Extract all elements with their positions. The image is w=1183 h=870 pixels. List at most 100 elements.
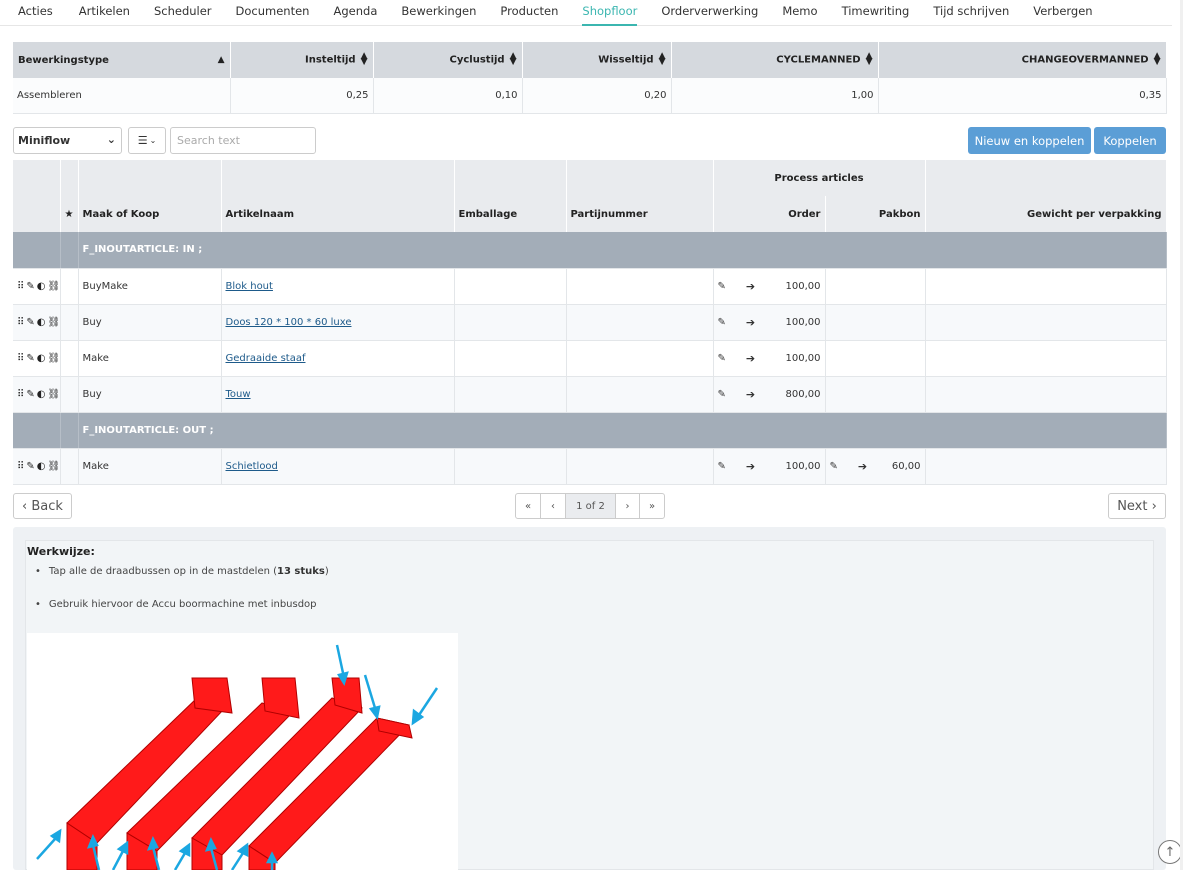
table-row[interactable]: ⠿ ✎ ◐ ⛓ Buy Touw ✎ ➔ 800,00	[13, 376, 1167, 413]
tab-producten[interactable]: Producten	[500, 0, 558, 26]
edit-icon[interactable]: ✎	[718, 353, 726, 364]
sort-icon: ▲ ▼	[865, 51, 873, 67]
edit-icon[interactable]: ✎	[718, 317, 726, 328]
table-row[interactable]: Assembleren 0,25 0,10 0,20 1,00 0,35	[13, 78, 1167, 114]
cell-bewerkingstype: Assembleren	[13, 78, 231, 114]
tab-scheduler[interactable]: Scheduler	[154, 0, 212, 26]
arrow-right-icon[interactable]: ➔	[858, 460, 867, 473]
tab-verbergen[interactable]: Verbergen	[1033, 0, 1092, 26]
col-artikelnaam[interactable]: Artikelnaam	[221, 196, 455, 232]
new-and-link-button[interactable]: Nieuw en koppelen	[968, 127, 1091, 154]
arrow-right-icon[interactable]: ➔	[746, 460, 755, 473]
col-changeovermanned[interactable]: CHANGEOVERMANNED ▲ ▼	[878, 42, 1167, 78]
scroll-to-top-button[interactable]: ↑	[1158, 840, 1182, 864]
sort-icon: ▲ ▼	[509, 51, 517, 67]
col-pakbon[interactable]: Pakbon	[825, 196, 926, 232]
tab-timewriting[interactable]: Timewriting	[842, 0, 910, 26]
link-button[interactable]: Koppelen	[1094, 127, 1166, 154]
edit-icon[interactable]: ✎	[718, 389, 726, 400]
tab-bewerkingen[interactable]: Bewerkingen	[401, 0, 476, 26]
chevron-down-icon: ⌄	[106, 133, 116, 146]
tab-acties[interactable]: Acties	[18, 0, 53, 26]
assembly-drawing	[27, 633, 458, 870]
tab-orderverwerking[interactable]: Orderverwerking	[661, 0, 758, 26]
last-page-button[interactable]: »	[640, 494, 664, 518]
first-page-button[interactable]: «	[516, 494, 541, 518]
article-link[interactable]: Schietlood	[226, 461, 278, 472]
cell-changeovermanned: 0,35	[878, 78, 1167, 114]
col-bewerkingstype[interactable]: Bewerkingstype ▲	[13, 42, 231, 78]
star-icon[interactable]: ★	[60, 196, 79, 232]
col-wisseltijd[interactable]: Wisseltijd ▲ ▼	[522, 42, 672, 78]
columns-view-button[interactable]: ☰ ⌄	[128, 127, 166, 154]
next-page-button[interactable]: ›	[616, 494, 640, 518]
unlink-icon[interactable]: ⛓	[47, 281, 60, 292]
arrow-right-icon[interactable]: ➔	[746, 388, 755, 401]
pakbon-value: 60,00	[891, 460, 921, 472]
cell-type: Make	[78, 448, 222, 485]
edit-icon[interactable]: ✎	[26, 389, 34, 400]
arrow-right-icon[interactable]: ➔	[746, 352, 755, 365]
drag-handle-icon[interactable]: ⠿	[17, 281, 24, 292]
article-link[interactable]: Blok hout	[226, 281, 273, 292]
arrow-right-icon[interactable]: ➔	[746, 316, 755, 329]
unlink-icon[interactable]: ⛓	[47, 353, 60, 364]
drag-handle-icon[interactable]: ⠿	[17, 389, 24, 400]
next-button[interactable]: Next ›	[1108, 493, 1166, 519]
drag-handle-icon[interactable]: ⠿	[17, 317, 24, 328]
table-row[interactable]: ⠿ ✎ ◐ ⛓ Buy Doos 120 * 100 * 60 luxe ✎ ➔ 100,…	[13, 304, 1167, 341]
unlink-icon[interactable]: ⛓	[47, 461, 60, 472]
table-row[interactable]: ⠿ ✎ ◐ ⛓ Make Schietlood ✎ ➔ 100,00 ✎ ➔ 60,00	[13, 448, 1167, 485]
tab-tijd-schrijven[interactable]: Tijd schrijven	[933, 0, 1009, 26]
cell-insteltijd: 0,25	[230, 78, 374, 114]
unlink-icon[interactable]: ⛓	[47, 389, 60, 400]
edit-icon[interactable]: ✎	[26, 317, 34, 328]
toggle-icon[interactable]: ◐	[37, 389, 46, 400]
bewerking-table: Bewerkingstype ▲ Insteltijd ▲ ▼ Cyclustijd ▲…	[13, 42, 1167, 114]
tab-documenten[interactable]: Documenten	[236, 0, 310, 26]
col-insteltijd[interactable]: Insteltijd ▲ ▼	[230, 42, 374, 78]
arrow-right-icon[interactable]: ➔	[746, 280, 755, 293]
back-button[interactable]: ‹ Back	[13, 493, 72, 519]
col-partijnummer[interactable]: Partijnummer	[566, 196, 714, 232]
search-input[interactable]	[170, 127, 316, 154]
cell-type: Buy	[78, 376, 222, 413]
tab-agenda[interactable]: Agenda	[333, 0, 377, 26]
edit-icon[interactable]: ✎	[26, 353, 34, 364]
col-gewicht[interactable]: Gewicht per verpakking	[925, 196, 1167, 232]
col-emballage[interactable]: Emballage	[454, 196, 567, 232]
cell-cyclemanned: 1,00	[671, 78, 879, 114]
sort-asc-icon: ▲	[217, 54, 225, 65]
werkwijze-title: Werkwijze:	[27, 545, 95, 558]
edit-icon[interactable]: ✎	[26, 461, 34, 472]
sort-icon: ▲ ▼	[1153, 51, 1161, 67]
drag-handle-icon[interactable]: ⠿	[17, 461, 24, 472]
edit-icon[interactable]: ✎	[830, 461, 838, 472]
arrow-up-icon: ↑	[1164, 844, 1176, 860]
edit-icon[interactable]: ✎	[26, 281, 34, 292]
edit-icon[interactable]: ✎	[718, 281, 726, 292]
view-select[interactable]: Miniflow ⌄	[13, 127, 122, 154]
col-cyclustijd[interactable]: Cyclustijd ▲ ▼	[373, 42, 523, 78]
article-link[interactable]: Doos 120 * 100 * 60 luxe	[226, 317, 352, 328]
table-row[interactable]: ⠿ ✎ ◐ ⛓ BuyMake Blok hout ✎ ➔ 100,00	[13, 268, 1167, 305]
tab-memo[interactable]: Memo	[782, 0, 817, 26]
tab-artikelen[interactable]: Artikelen	[79, 0, 130, 26]
tab-shopfloor[interactable]: Shopfloor	[582, 0, 638, 26]
prev-page-button[interactable]: ‹	[541, 494, 566, 518]
toggle-icon[interactable]: ◐	[37, 317, 46, 328]
toggle-icon[interactable]: ◐	[37, 281, 46, 292]
toggle-icon[interactable]: ◐	[37, 353, 46, 364]
unlink-icon[interactable]: ⛓	[47, 317, 60, 328]
edit-icon[interactable]: ✎	[718, 461, 726, 472]
instruction-item: Gebruik hiervoor de Accu boormachine met…	[35, 599, 317, 610]
drag-handle-icon[interactable]: ⠿	[17, 353, 24, 364]
article-link[interactable]: Gedraaide staaf	[226, 353, 306, 364]
article-link[interactable]: Touw	[226, 389, 251, 400]
col-order[interactable]: Order	[713, 196, 826, 232]
col-cyclemanned[interactable]: CYCLEMANNED ▲ ▼	[671, 42, 879, 78]
assembly-drawing-svg	[36, 644, 439, 870]
table-row[interactable]: ⠿ ✎ ◐ ⛓ Make Gedraaide staaf ✎ ➔ 100,00	[13, 340, 1167, 377]
col-maak-of-koop[interactable]: Maak of Koop	[78, 196, 222, 232]
toggle-icon[interactable]: ◐	[37, 461, 46, 472]
